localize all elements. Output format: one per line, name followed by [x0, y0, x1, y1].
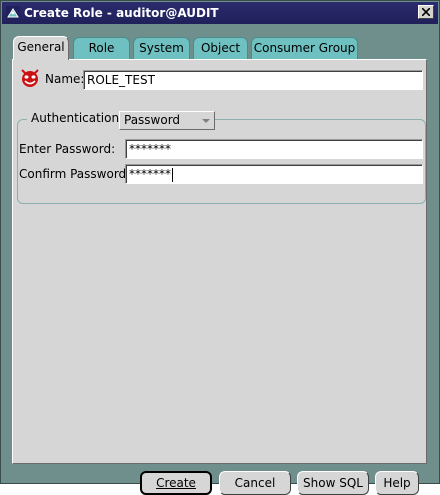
show-sql-button[interactable]: Show SQL [297, 471, 369, 495]
confirm-password-label: Confirm Password: [19, 167, 131, 181]
confirm-password-field[interactable]: ******* [125, 164, 423, 184]
oracle-tree-icon [6, 6, 20, 20]
confirm-password-value: ******* [129, 167, 171, 181]
tab-system[interactable]: System [133, 37, 190, 59]
chevron-down-icon [202, 119, 210, 123]
close-icon [422, 8, 430, 16]
role-mask-icon [21, 69, 39, 87]
authentication-value: Password [124, 113, 181, 127]
cancel-button[interactable]: Cancel [219, 471, 291, 495]
close-button[interactable] [418, 5, 434, 19]
title-bar[interactable]: Create Role - auditor@AUDIT [2, 2, 438, 24]
tab-general[interactable]: General [13, 36, 69, 60]
name-label: Name: [45, 72, 85, 86]
tab-consumer-group[interactable]: Consumer Group [251, 37, 358, 59]
enter-password-label: Enter Password: [19, 142, 116, 156]
name-field[interactable]: ROLE_TEST [83, 70, 423, 90]
help-button[interactable]: Help [375, 471, 419, 495]
authentication-label: Authentication [27, 111, 124, 125]
enter-password-field[interactable]: ******* [125, 139, 423, 159]
create-button[interactable]: Create [140, 471, 212, 495]
tab-object[interactable]: Object [193, 37, 248, 59]
create-button-label: Create [156, 476, 196, 490]
create-role-window: Create Role - auditor@AUDIT General Role… [0, 0, 440, 495]
general-tab-panel: Name: ROLE_TEST Authentication Password … [12, 59, 427, 464]
authentication-select[interactable]: Password [119, 111, 215, 130]
window-title: Create Role - auditor@AUDIT [24, 6, 219, 20]
tab-role[interactable]: Role [73, 37, 130, 59]
text-caret [172, 167, 173, 182]
dialog-body: General Role System Object Consumer Grou… [2, 24, 438, 495]
authentication-group [17, 119, 426, 204]
